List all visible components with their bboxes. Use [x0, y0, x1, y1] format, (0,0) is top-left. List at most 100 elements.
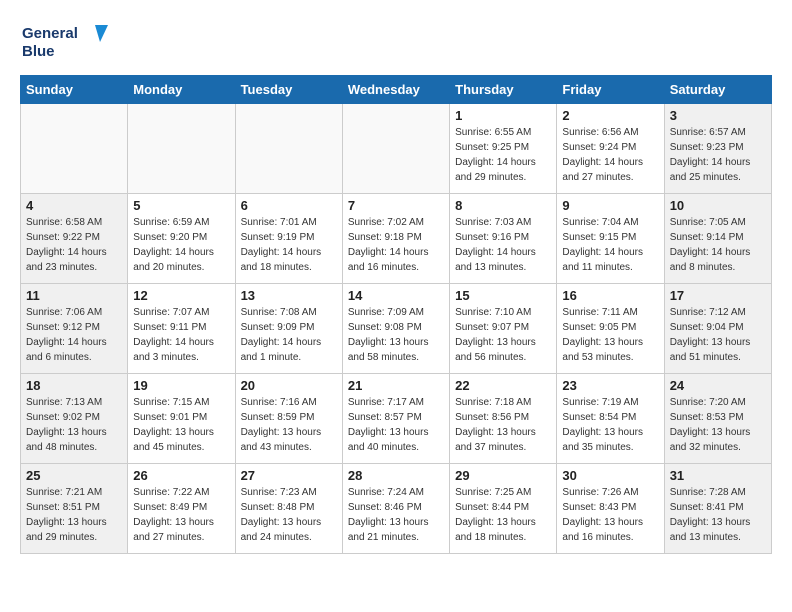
day-info: Sunrise: 7:25 AM Sunset: 8:44 PM Dayligh… — [455, 485, 551, 545]
day-cell-8: 8 Sunrise: 7:03 AM Sunset: 9:16 PM Daylig… — [450, 194, 557, 284]
day-number: 14 — [348, 288, 444, 303]
day-info: Sunrise: 7:02 AM Sunset: 9:18 PM Dayligh… — [348, 215, 444, 275]
day-number: 17 — [670, 288, 766, 303]
day-number: 29 — [455, 468, 551, 483]
day-cell-7: 7 Sunrise: 7:02 AM Sunset: 9:18 PM Daylig… — [342, 194, 449, 284]
empty-cell — [235, 104, 342, 194]
week-row-4: 18 Sunrise: 7:13 AM Sunset: 9:02 PM Dayli… — [21, 374, 772, 464]
day-info: Sunrise: 6:56 AM Sunset: 9:24 PM Dayligh… — [562, 125, 658, 185]
day-info: Sunrise: 7:26 AM Sunset: 8:43 PM Dayligh… — [562, 485, 658, 545]
day-info: Sunrise: 7:24 AM Sunset: 8:46 PM Dayligh… — [348, 485, 444, 545]
day-info: Sunrise: 7:13 AM Sunset: 9:02 PM Dayligh… — [26, 395, 122, 455]
day-cell-13: 13 Sunrise: 7:08 AM Sunset: 9:09 PM Dayli… — [235, 284, 342, 374]
day-info: Sunrise: 7:28 AM Sunset: 8:41 PM Dayligh… — [670, 485, 766, 545]
day-info: Sunrise: 7:11 AM Sunset: 9:05 PM Dayligh… — [562, 305, 658, 365]
day-cell-11: 11 Sunrise: 7:06 AM Sunset: 9:12 PM Dayli… — [21, 284, 128, 374]
header-day-sunday: Sunday — [21, 76, 128, 104]
day-cell-27: 27 Sunrise: 7:23 AM Sunset: 8:48 PM Dayli… — [235, 464, 342, 554]
day-info: Sunrise: 6:55 AM Sunset: 9:25 PM Dayligh… — [455, 125, 551, 185]
day-cell-21: 21 Sunrise: 7:17 AM Sunset: 8:57 PM Dayli… — [342, 374, 449, 464]
day-info: Sunrise: 6:57 AM Sunset: 9:23 PM Dayligh… — [670, 125, 766, 185]
day-number: 28 — [348, 468, 444, 483]
day-number: 15 — [455, 288, 551, 303]
day-number: 12 — [133, 288, 229, 303]
day-cell-16: 16 Sunrise: 7:11 AM Sunset: 9:05 PM Dayli… — [557, 284, 664, 374]
day-cell-30: 30 Sunrise: 7:26 AM Sunset: 8:43 PM Dayli… — [557, 464, 664, 554]
day-info: Sunrise: 7:08 AM Sunset: 9:09 PM Dayligh… — [241, 305, 337, 365]
day-cell-5: 5 Sunrise: 6:59 AM Sunset: 9:20 PM Daylig… — [128, 194, 235, 284]
day-number: 24 — [670, 378, 766, 393]
day-number: 2 — [562, 108, 658, 123]
day-info: Sunrise: 6:59 AM Sunset: 9:20 PM Dayligh… — [133, 215, 229, 275]
day-number: 4 — [26, 198, 122, 213]
day-number: 19 — [133, 378, 229, 393]
day-cell-15: 15Sunrise: 7:10 AM Sunset: 9:07 PM Dayli… — [450, 284, 557, 374]
day-number: 21 — [348, 378, 444, 393]
day-number: 26 — [133, 468, 229, 483]
day-cell-24: 24Sunrise: 7:20 AM Sunset: 8:53 PM Dayli… — [664, 374, 771, 464]
day-info: Sunrise: 7:16 AM Sunset: 8:59 PM Dayligh… — [241, 395, 337, 455]
header-row: SundayMondayTuesdayWednesdayThursdayFrid… — [21, 76, 772, 104]
page-header: General Blue — [20, 20, 772, 65]
day-number: 16 — [562, 288, 658, 303]
day-number: 18 — [26, 378, 122, 393]
day-cell-4: 4 Sunrise: 6:58 AM Sunset: 9:22 PM Daylig… — [21, 194, 128, 284]
day-number: 1 — [455, 108, 551, 123]
day-info: Sunrise: 7:19 AM Sunset: 8:54 PM Dayligh… — [562, 395, 658, 455]
day-number: 8 — [455, 198, 551, 213]
day-number: 3 — [670, 108, 766, 123]
day-cell-14: 14Sunrise: 7:09 AM Sunset: 9:08 PM Dayli… — [342, 284, 449, 374]
day-number: 20 — [241, 378, 337, 393]
day-info: Sunrise: 7:04 AM Sunset: 9:15 PM Dayligh… — [562, 215, 658, 275]
day-cell-12: 12 Sunrise: 7:07 AM Sunset: 9:11 PM Dayli… — [128, 284, 235, 374]
day-cell-26: 26Sunrise: 7:22 AM Sunset: 8:49 PM Dayli… — [128, 464, 235, 554]
day-info: Sunrise: 7:06 AM Sunset: 9:12 PM Dayligh… — [26, 305, 122, 365]
day-info: Sunrise: 7:21 AM Sunset: 8:51 PM Dayligh… — [26, 485, 122, 545]
day-cell-20: 20 Sunrise: 7:16 AM Sunset: 8:59 PM Dayli… — [235, 374, 342, 464]
header-day-tuesday: Tuesday — [235, 76, 342, 104]
logo-svg: General Blue — [20, 20, 110, 65]
day-cell-19: 19Sunrise: 7:15 AM Sunset: 9:01 PM Dayli… — [128, 374, 235, 464]
empty-cell — [342, 104, 449, 194]
svg-text:Blue: Blue — [22, 43, 55, 60]
day-cell-18: 18 Sunrise: 7:13 AM Sunset: 9:02 PM Dayli… — [21, 374, 128, 464]
day-info: Sunrise: 7:18 AM Sunset: 8:56 PM Dayligh… — [455, 395, 551, 455]
empty-cell — [21, 104, 128, 194]
svg-text:General: General — [22, 25, 78, 42]
day-cell-23: 23 Sunrise: 7:19 AM Sunset: 8:54 PM Dayli… — [557, 374, 664, 464]
day-number: 6 — [241, 198, 337, 213]
calendar-table: SundayMondayTuesdayWednesdayThursdayFrid… — [20, 75, 772, 554]
day-info: Sunrise: 7:12 AM Sunset: 9:04 PM Dayligh… — [670, 305, 766, 365]
week-row-5: 25 Sunrise: 7:21 AM Sunset: 8:51 PM Dayli… — [21, 464, 772, 554]
day-info: Sunrise: 7:23 AM Sunset: 8:48 PM Dayligh… — [241, 485, 337, 545]
day-number: 30 — [562, 468, 658, 483]
day-number: 7 — [348, 198, 444, 213]
day-info: Sunrise: 6:58 AM Sunset: 9:22 PM Dayligh… — [26, 215, 122, 275]
day-number: 11 — [26, 288, 122, 303]
day-number: 27 — [241, 468, 337, 483]
day-number: 13 — [241, 288, 337, 303]
header-day-saturday: Saturday — [664, 76, 771, 104]
week-row-2: 4 Sunrise: 6:58 AM Sunset: 9:22 PM Daylig… — [21, 194, 772, 284]
day-cell-25: 25 Sunrise: 7:21 AM Sunset: 8:51 PM Dayli… — [21, 464, 128, 554]
day-number: 25 — [26, 468, 122, 483]
day-number: 31 — [670, 468, 766, 483]
header-day-monday: Monday — [128, 76, 235, 104]
header-day-thursday: Thursday — [450, 76, 557, 104]
day-cell-28: 28 Sunrise: 7:24 AM Sunset: 8:46 PM Dayli… — [342, 464, 449, 554]
day-number: 5 — [133, 198, 229, 213]
day-cell-31: 31 Sunrise: 7:28 AM Sunset: 8:41 PM Dayli… — [664, 464, 771, 554]
logo: General Blue — [20, 20, 110, 65]
day-cell-9: 9Sunrise: 7:04 AM Sunset: 9:15 PM Daylig… — [557, 194, 664, 284]
day-info: Sunrise: 7:03 AM Sunset: 9:16 PM Dayligh… — [455, 215, 551, 275]
day-info: Sunrise: 7:07 AM Sunset: 9:11 PM Dayligh… — [133, 305, 229, 365]
week-row-1: 1 Sunrise: 6:55 AM Sunset: 9:25 PM Daylig… — [21, 104, 772, 194]
day-cell-17: 17 Sunrise: 7:12 AM Sunset: 9:04 PM Dayli… — [664, 284, 771, 374]
day-cell-29: 29 Sunrise: 7:25 AM Sunset: 8:44 PM Dayli… — [450, 464, 557, 554]
day-number: 23 — [562, 378, 658, 393]
calendar-header: SundayMondayTuesdayWednesdayThursdayFrid… — [21, 76, 772, 104]
day-cell-10: 10Sunrise: 7:05 AM Sunset: 9:14 PM Dayli… — [664, 194, 771, 284]
header-day-wednesday: Wednesday — [342, 76, 449, 104]
day-number: 10 — [670, 198, 766, 213]
day-info: Sunrise: 7:17 AM Sunset: 8:57 PM Dayligh… — [348, 395, 444, 455]
